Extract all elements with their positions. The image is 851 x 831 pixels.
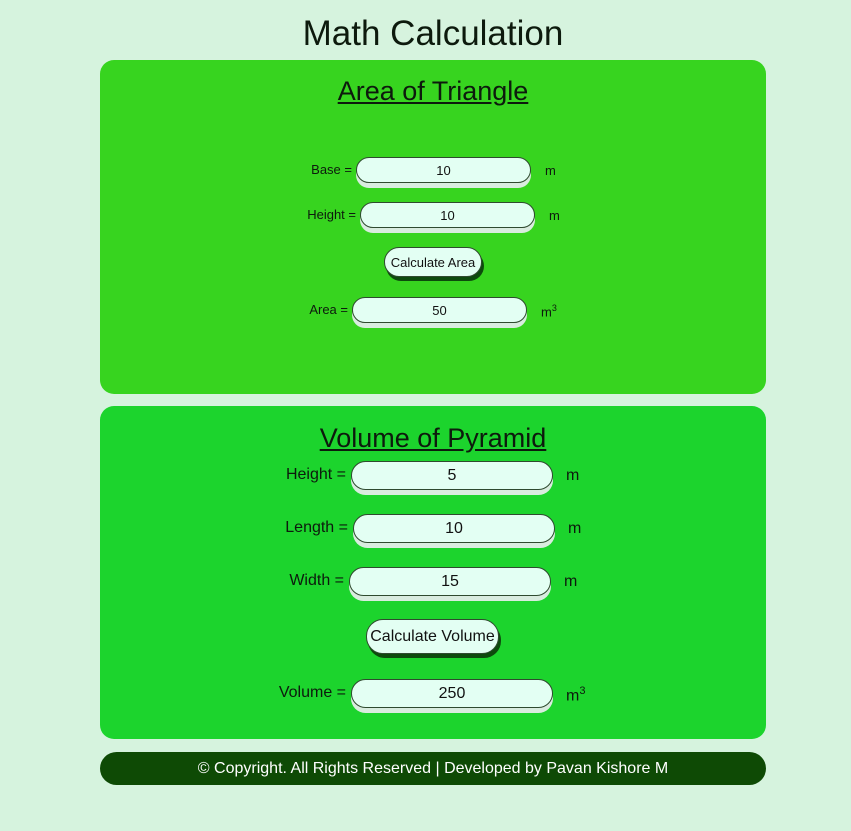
width-input[interactable] xyxy=(349,567,551,596)
volume-output[interactable] xyxy=(351,679,553,708)
length-row: Length = m xyxy=(100,513,766,547)
triangle-height-row: Height = m xyxy=(100,201,766,235)
volume-row: Volume = m3 xyxy=(100,678,766,712)
pyramid-height-row: Height = m xyxy=(100,460,766,494)
calculate-volume-button[interactable]: Calculate Volume xyxy=(366,619,499,654)
width-row: Width = m xyxy=(100,566,766,600)
triangle-height-unit: m xyxy=(549,208,560,223)
width-unit: m xyxy=(564,573,578,590)
length-label: Length = xyxy=(285,519,348,536)
base-label: Base = xyxy=(311,162,352,177)
area-label: Area = xyxy=(309,302,348,317)
base-unit: m xyxy=(545,163,556,178)
pyramid-height-unit: m xyxy=(566,467,580,484)
triangle-card: Area of Triangle Base = m Height = m Cal… xyxy=(100,60,766,394)
page-title: Math Calculation xyxy=(302,14,564,53)
footer: © Copyright. All Rights Reserved | Devel… xyxy=(100,752,766,785)
length-unit: m xyxy=(568,520,582,537)
volume-label: Volume = xyxy=(278,684,346,701)
area-row: Area = m3 xyxy=(100,296,766,330)
area-unit: m3 xyxy=(541,303,557,320)
length-input[interactable] xyxy=(353,514,555,543)
triangle-height-input[interactable] xyxy=(360,202,535,228)
base-input[interactable] xyxy=(356,157,531,183)
width-label: Width = xyxy=(289,572,344,589)
area-output[interactable] xyxy=(352,297,527,323)
calculate-area-button[interactable]: Calculate Area xyxy=(384,247,482,277)
base-row: Base = m xyxy=(100,156,766,190)
pyramid-card: Volume of Pyramid Height = m Length = m … xyxy=(100,406,766,739)
pyramid-height-input[interactable] xyxy=(351,461,553,490)
triangle-height-label: Height = xyxy=(307,207,356,222)
pyramid-height-label: Height = xyxy=(285,466,346,483)
triangle-title: Area of Triangle xyxy=(337,76,529,106)
volume-unit: m3 xyxy=(566,685,586,705)
pyramid-title: Volume of Pyramid xyxy=(319,423,547,453)
